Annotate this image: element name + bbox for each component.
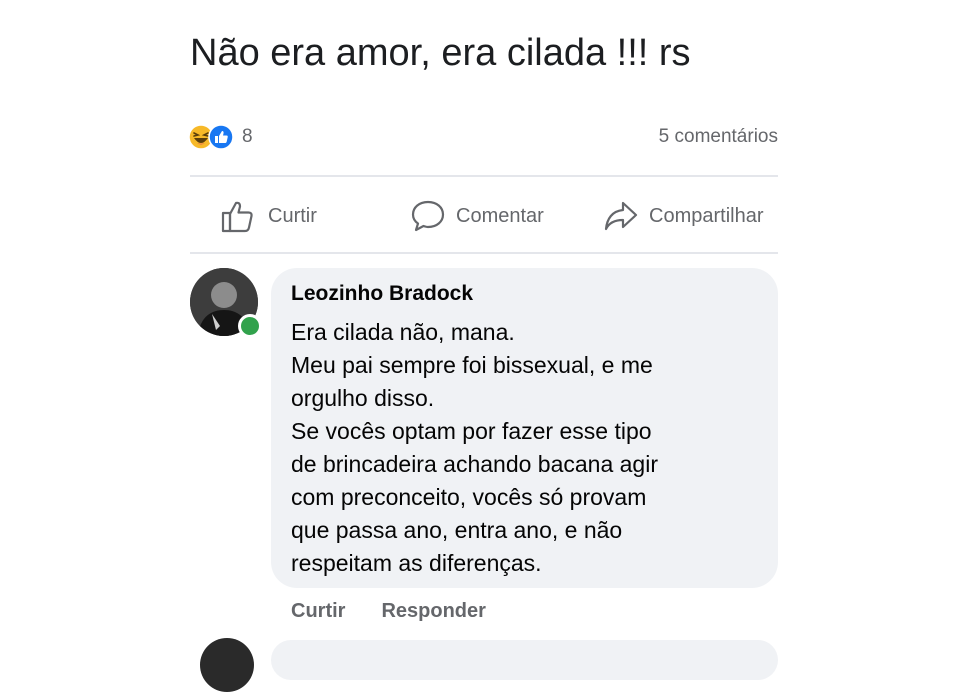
share-arrow-icon <box>604 201 638 231</box>
next-comment-avatar[interactable] <box>200 638 254 692</box>
divider <box>190 252 778 254</box>
speech-bubble-icon <box>411 200 445 232</box>
post-text: Não era amor, era cilada !!! rs <box>190 32 691 74</box>
comment-button-label: Comentar <box>456 204 544 227</box>
comment-button[interactable]: Comentar <box>410 192 544 240</box>
thumbs-up-icon <box>221 201 253 233</box>
comment-bubble: Leozinho Bradock Era cilada não, mana. M… <box>271 268 778 588</box>
comment-line: Meu pai sempre foi bissexual, e me <box>291 352 653 378</box>
comment-line: Se vocês optam por fazer esse tipo <box>291 418 652 444</box>
comment-line: de brincadeira achando bacana agir <box>291 451 658 477</box>
divider <box>190 175 778 177</box>
reaction-count: 8 <box>242 126 253 147</box>
facebook-post: Não era amor, era cilada !!! rs 8 5 come… <box>0 0 960 692</box>
online-status-indicator <box>238 314 262 338</box>
comment-author[interactable]: Leozinho Bradock <box>291 282 473 306</box>
comment-line: respeitam as diferenças. <box>291 550 542 576</box>
comment-line: orgulho disso. <box>291 385 435 411</box>
share-button[interactable]: Compartilhar <box>603 192 763 240</box>
comment-line: que passa ano, entra ano, e não <box>291 517 623 543</box>
share-button-label: Compartilhar <box>649 204 764 227</box>
like-button-label: Curtir <box>268 204 317 227</box>
comment-like-button[interactable]: Curtir <box>291 600 345 623</box>
comment-line: com preconceito, vocês só provam <box>291 484 647 510</box>
comment-text: Era cilada não, mana. Meu pai sempre foi… <box>291 316 658 580</box>
reactions-summary[interactable]: 8 <box>188 121 253 153</box>
comment-actions: Curtir Responder <box>291 600 522 623</box>
comment-line: Era cilada não, mana. <box>291 319 515 345</box>
comment-reply-button[interactable]: Responder <box>381 600 485 623</box>
post-actions-bar: Curtir Comentar Compartilhar <box>190 192 790 240</box>
like-button[interactable]: Curtir <box>220 192 317 240</box>
comments-count-link[interactable]: 5 comentários <box>659 126 778 148</box>
next-comment-bubble <box>271 640 778 680</box>
like-reaction-icon <box>208 124 234 150</box>
